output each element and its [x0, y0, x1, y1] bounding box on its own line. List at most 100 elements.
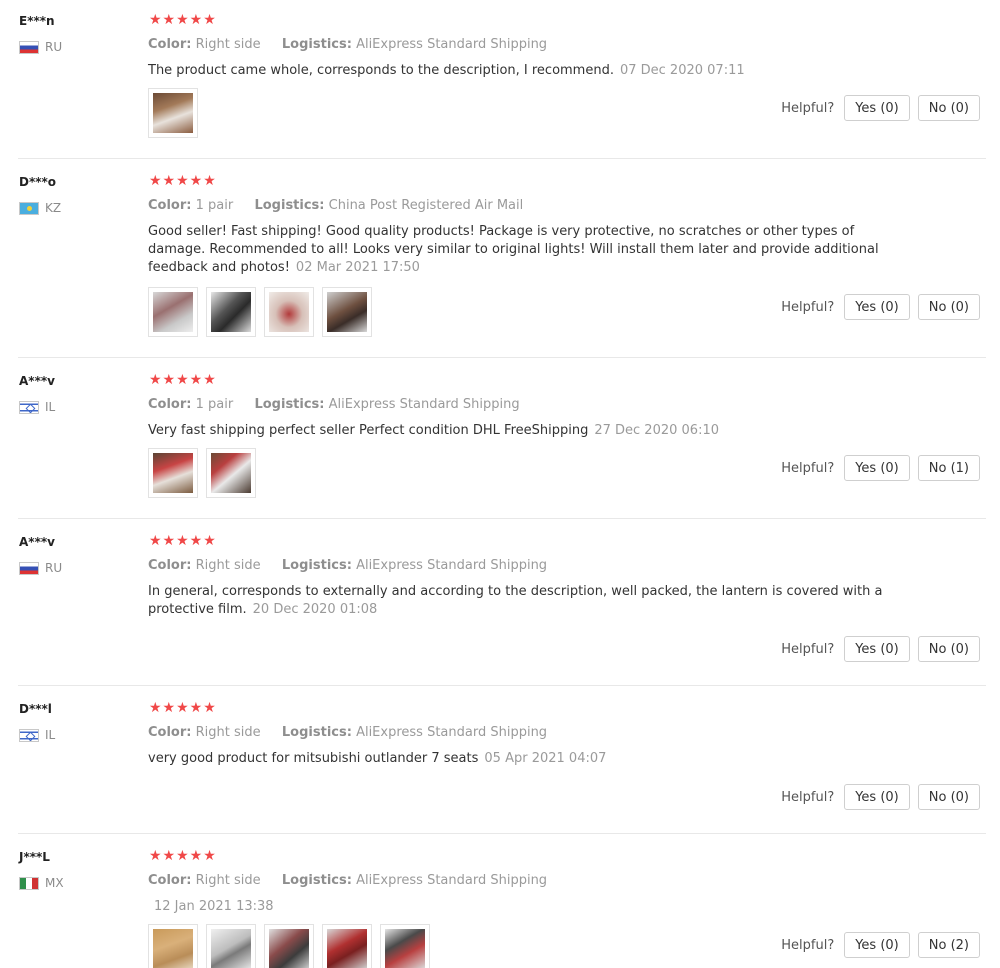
- helpful-label: Helpful?: [781, 641, 835, 657]
- logistics-label: Logistics:: [254, 198, 325, 213]
- review-text: very good product for mitsubishi outland…: [148, 751, 479, 766]
- review-date: 05 Apr 2021 04:07: [484, 751, 607, 766]
- color-value: 1 pair: [195, 397, 234, 412]
- color-label: Color:: [148, 37, 192, 52]
- country-code: RU: [45, 561, 63, 575]
- color-value: Right side: [195, 873, 261, 888]
- helpful-controls: Helpful? Yes (0) No (0): [781, 294, 980, 320]
- color-value: 1 pair: [195, 198, 234, 213]
- review-photos: [148, 924, 430, 968]
- review-photo[interactable]: [206, 924, 256, 968]
- color-label: Color:: [148, 725, 192, 740]
- country-code: KZ: [45, 201, 62, 215]
- review-photo[interactable]: [206, 287, 256, 337]
- reviewer-name: A***v: [19, 535, 55, 549]
- helpful-controls: Helpful? Yes (0) No (1): [781, 455, 980, 481]
- review-attributes: Color: 1 pair Logistics: China Post Regi…: [148, 198, 523, 213]
- review-text-block: Very fast shipping perfect seller Perfec…: [148, 422, 893, 440]
- color-label: Color:: [148, 397, 192, 412]
- helpful-yes-button[interactable]: Yes (0): [844, 294, 910, 320]
- review-text: The product came whole, corresponds to t…: [148, 63, 614, 78]
- review-text: Very fast shipping perfect seller Perfec…: [148, 423, 589, 438]
- review-date: 27 Dec 2020 06:10: [594, 423, 719, 438]
- review-text: Good seller! Fast shipping! Good quality…: [148, 224, 879, 275]
- logistics-value: AliExpress Standard Shipping: [356, 37, 548, 52]
- country-code: MX: [45, 876, 64, 890]
- star-rating: ★★★★★: [149, 12, 217, 28]
- helpful-yes-button[interactable]: Yes (0): [844, 636, 910, 662]
- logistics-label: Logistics:: [281, 873, 352, 888]
- helpful-label: Helpful?: [781, 937, 835, 953]
- review-attributes: Color: 1 pair Logistics: AliExpress Stan…: [148, 397, 520, 412]
- country-code: RU: [45, 40, 63, 54]
- review-text-block: In general, corresponds to externally an…: [148, 583, 893, 619]
- reviewer-country: IL: [19, 728, 55, 742]
- review-photo[interactable]: [380, 924, 430, 968]
- helpful-label: Helpful?: [781, 299, 835, 315]
- reviewer-name: D***l: [19, 702, 52, 716]
- review-attributes: Color: Right side Logistics: AliExpress …: [148, 725, 547, 740]
- helpful-no-button[interactable]: No (2): [917, 932, 980, 958]
- review-attributes: Color: Right side Logistics: AliExpress …: [148, 37, 547, 52]
- review-photo[interactable]: [322, 287, 372, 337]
- flag-icon: [19, 561, 39, 575]
- reviewer-country: KZ: [19, 201, 61, 215]
- helpful-controls: Helpful? Yes (0) No (0): [781, 95, 980, 121]
- review-photos: [148, 448, 256, 498]
- logistics-label: Logistics:: [281, 37, 352, 52]
- review-photo[interactable]: [148, 924, 198, 968]
- color-label: Color:: [148, 198, 192, 213]
- star-rating: ★★★★★: [149, 848, 217, 864]
- helpful-no-button[interactable]: No (0): [917, 636, 980, 662]
- logistics-value: AliExpress Standard Shipping: [356, 558, 548, 573]
- star-rating: ★★★★★: [149, 700, 217, 716]
- helpful-label: Helpful?: [781, 460, 835, 476]
- color-value: Right side: [195, 558, 261, 573]
- review-text-block: Good seller! Fast shipping! Good quality…: [148, 223, 893, 277]
- review-photo[interactable]: [148, 88, 198, 138]
- reviewer-country: IL: [19, 400, 55, 414]
- logistics-label: Logistics:: [281, 558, 352, 573]
- reviewer-name: E***n: [19, 14, 55, 28]
- helpful-yes-button[interactable]: Yes (0): [844, 784, 910, 810]
- helpful-no-button[interactable]: No (1): [917, 455, 980, 481]
- helpful-yes-button[interactable]: Yes (0): [844, 455, 910, 481]
- review-photo[interactable]: [148, 448, 198, 498]
- reviewer-name: D***o: [19, 175, 57, 189]
- review-date: 12 Jan 2021 13:38: [154, 899, 274, 914]
- color-value: Right side: [195, 37, 261, 52]
- review-text-block: very good product for mitsubishi outland…: [148, 750, 893, 768]
- logistics-value: China Post Registered Air Mail: [328, 198, 524, 213]
- reviewer-name: A***v: [19, 374, 55, 388]
- helpful-no-button[interactable]: No (0): [917, 294, 980, 320]
- star-rating: ★★★★★: [149, 173, 217, 189]
- logistics-value: AliExpress Standard Shipping: [356, 873, 548, 888]
- review-date: 02 Mar 2021 17:50: [295, 260, 420, 275]
- flag-icon: [19, 728, 39, 742]
- helpful-yes-button[interactable]: Yes (0): [844, 932, 910, 958]
- helpful-no-button[interactable]: No (0): [917, 95, 980, 121]
- reviewer-name: J***L: [19, 850, 50, 864]
- helpful-no-button[interactable]: No (0): [917, 784, 980, 810]
- helpful-controls: Helpful? Yes (0) No (0): [781, 784, 980, 810]
- helpful-label: Helpful?: [781, 789, 835, 805]
- review-photo[interactable]: [264, 924, 314, 968]
- logistics-label: Logistics:: [281, 725, 352, 740]
- review-photo[interactable]: [322, 924, 372, 968]
- review-photo[interactable]: [206, 448, 256, 498]
- review-photo[interactable]: [148, 287, 198, 337]
- color-value: Right side: [195, 725, 261, 740]
- flag-icon: [19, 201, 39, 215]
- review-photo[interactable]: [264, 287, 314, 337]
- flag-icon: [19, 400, 39, 414]
- helpful-yes-button[interactable]: Yes (0): [844, 95, 910, 121]
- review-photos: [148, 88, 198, 138]
- reviewer-country: MX: [19, 876, 64, 890]
- helpful-label: Helpful?: [781, 100, 835, 116]
- reviewer-country: RU: [19, 561, 62, 575]
- logistics-value: AliExpress Standard Shipping: [328, 397, 520, 412]
- review-text-block: The product came whole, corresponds to t…: [148, 62, 893, 80]
- review-date: 20 Dec 2020 01:08: [252, 602, 378, 617]
- color-label: Color:: [148, 558, 192, 573]
- country-code: IL: [45, 400, 56, 414]
